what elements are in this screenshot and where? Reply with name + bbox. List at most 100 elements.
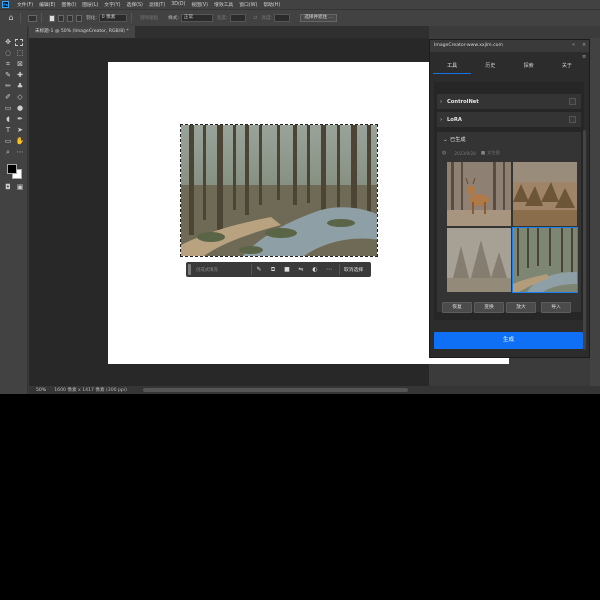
frame-tool-icon[interactable]: ⊠: [15, 60, 25, 69]
menu-layer[interactable]: 图层(L): [82, 1, 98, 8]
controlnet-label: ControlNet: [447, 98, 479, 105]
status-bar: 50% 1600 像素 x 1417 像素 (300 ppi): [29, 386, 600, 394]
menu-filter[interactable]: 滤镜(T): [149, 1, 165, 8]
blur-tool-icon[interactable]: ●: [15, 104, 25, 113]
feather-input[interactable]: 0 像素: [98, 14, 127, 22]
tab-explore[interactable]: 探索: [510, 60, 548, 74]
generation-meta: ◍ 2023/9/28 ■ 文生图: [442, 150, 500, 156]
menu-type[interactable]: 文字(Y): [104, 1, 120, 8]
thumbnail-forest-stream[interactable]: [512, 227, 578, 293]
flip-icon[interactable]: ⇋: [294, 266, 308, 273]
hand-tool-icon[interactable]: ✋: [15, 137, 25, 146]
menu-bar: Ps 文件(F) 编辑(E) 图像(I) 图层(L) 文字(Y) 选择(S) 滤…: [0, 0, 600, 9]
deselect-button[interactable]: 取消选择: [344, 266, 363, 273]
history-brush-tool-icon[interactable]: ✐: [3, 93, 13, 102]
crop-tool-icon[interactable]: ⌗: [3, 60, 13, 69]
horizontal-scrollbar[interactable]: [143, 388, 408, 392]
more-icon[interactable]: ⋯: [322, 266, 336, 273]
add-selection-icon[interactable]: [58, 14, 64, 22]
divider: [339, 264, 340, 275]
restore-button[interactable]: 恢复: [442, 302, 472, 313]
menu-window[interactable]: 窗口(W): [239, 1, 257, 8]
feather-label: 羽化:: [86, 16, 97, 21]
section-toggle-icon[interactable]: [569, 116, 576, 123]
tab-history[interactable]: 历史: [471, 60, 509, 74]
screen-mode-icon[interactable]: ▣: [15, 183, 25, 192]
menu-edit[interactable]: 编辑(E): [39, 1, 55, 8]
thumbnail-autumn[interactable]: [513, 162, 577, 226]
drag-handle[interactable]: [188, 264, 191, 275]
photoshop-logo: Ps: [2, 1, 9, 8]
gradient-tool-icon[interactable]: ▭: [3, 104, 13, 113]
style-select[interactable]: 正常: [180, 14, 213, 22]
menu-file[interactable]: 文件(F): [17, 1, 33, 8]
eyedropper-tool-icon[interactable]: ✎: [3, 71, 13, 80]
tab-about[interactable]: 关于: [548, 60, 586, 74]
import-button[interactable]: 导入: [541, 302, 571, 313]
eraser-tool-icon[interactable]: ◇: [15, 93, 25, 102]
upscale-button[interactable]: 放大: [506, 302, 536, 313]
healing-tool-icon[interactable]: ✚: [15, 71, 25, 80]
swap-icon[interactable]: ⇄: [254, 16, 258, 21]
dodge-tool-icon[interactable]: ◖: [3, 115, 13, 124]
width-input[interactable]: [229, 14, 246, 22]
zoom-level[interactable]: 50%: [36, 388, 46, 393]
menu-help[interactable]: 帮助(H): [263, 1, 280, 8]
menu-view[interactable]: 视图(V): [191, 1, 208, 8]
canvas-area[interactable]: 创成式填充 ✎ ⧉ ■ ⇋ ◐ ⋯ 取消选择: [29, 38, 509, 386]
controlnet-section[interactable]: › ControlNet: [437, 94, 581, 109]
stamp-tool-icon[interactable]: ♣: [15, 82, 25, 91]
pen-tool-icon[interactable]: ✒: [15, 115, 25, 124]
menu-plugins[interactable]: 增效工具: [214, 1, 233, 8]
quick-mask-icon[interactable]: ◘: [3, 183, 13, 192]
subtract-selection-icon[interactable]: [67, 14, 73, 22]
contrast-icon[interactable]: ◐: [308, 266, 322, 273]
select-and-mask-button[interactable]: 选择并遮住 ...: [300, 14, 338, 22]
forest-stream-image: [181, 125, 377, 256]
shape-tool-icon[interactable]: ▭: [3, 137, 13, 146]
document-info[interactable]: 1600 像素 x 1417 像素 (300 ppi): [54, 387, 127, 393]
marquee-preset-icon[interactable]: [28, 14, 37, 22]
antialias-checkbox[interactable]: 消除锯齿: [140, 15, 158, 21]
brush-tool-icon[interactable]: ✏: [3, 82, 13, 91]
brush-icon[interactable]: ✎: [252, 266, 266, 273]
menu-image[interactable]: 图像(I): [61, 1, 76, 8]
path-select-tool-icon[interactable]: ➤: [15, 126, 25, 135]
deer-image: [447, 162, 511, 226]
transform-icon[interactable]: ⧉: [266, 266, 280, 274]
section-toggle-icon[interactable]: [569, 98, 576, 105]
generation-source: 文生图: [487, 150, 500, 155]
camera-icon: ◍: [442, 150, 447, 156]
width-label: 宽度:: [216, 16, 228, 21]
lasso-tool-icon[interactable]: ◌: [3, 49, 13, 58]
menu-3d[interactable]: 3D(D): [171, 2, 185, 7]
new-selection-icon[interactable]: [49, 14, 55, 22]
move-tool-icon[interactable]: ✥: [3, 38, 13, 47]
panel-scrollbar[interactable]: [583, 130, 586, 350]
prompt-input[interactable]: 创成式填充: [196, 267, 248, 273]
panel-header[interactable]: ImageCreator-www.xxjlm.com « ×: [430, 40, 589, 52]
transform-button[interactable]: 变换: [474, 302, 504, 313]
lora-section[interactable]: › LoRA: [437, 112, 581, 127]
type-tool-icon[interactable]: T: [3, 126, 13, 135]
foreground-color-swatch[interactable]: [7, 164, 17, 174]
object-select-tool-icon[interactable]: ⬚: [15, 49, 25, 58]
thumbnail-misty[interactable]: [447, 228, 511, 292]
generated-header[interactable]: ⌄ 已生成: [440, 136, 466, 144]
square-icon[interactable]: ■: [280, 266, 294, 273]
intersect-selection-icon[interactable]: [76, 14, 82, 22]
rect-marquee-tool-icon[interactable]: [15, 39, 23, 46]
close-icon[interactable]: ×: [582, 42, 586, 48]
thumbnail-deer[interactable]: [447, 162, 511, 226]
tab-tools[interactable]: 工具: [433, 60, 472, 74]
generate-button[interactable]: 生成: [434, 332, 583, 349]
zoom-tool-icon[interactable]: ⌕: [3, 148, 13, 157]
document-tab[interactable]: 未标题-1 @ 50% (ImageCreator, RGB/8) *: [29, 26, 135, 38]
checkbox-icon[interactable]: ■: [481, 151, 485, 156]
more-tools-icon[interactable]: ⋯: [15, 148, 25, 157]
collapse-icon[interactable]: «: [572, 42, 575, 48]
height-input[interactable]: [274, 14, 291, 22]
generated-image-selection[interactable]: [180, 124, 378, 257]
home-icon[interactable]: ⌂: [6, 13, 16, 23]
menu-select[interactable]: 选择(S): [127, 1, 143, 8]
